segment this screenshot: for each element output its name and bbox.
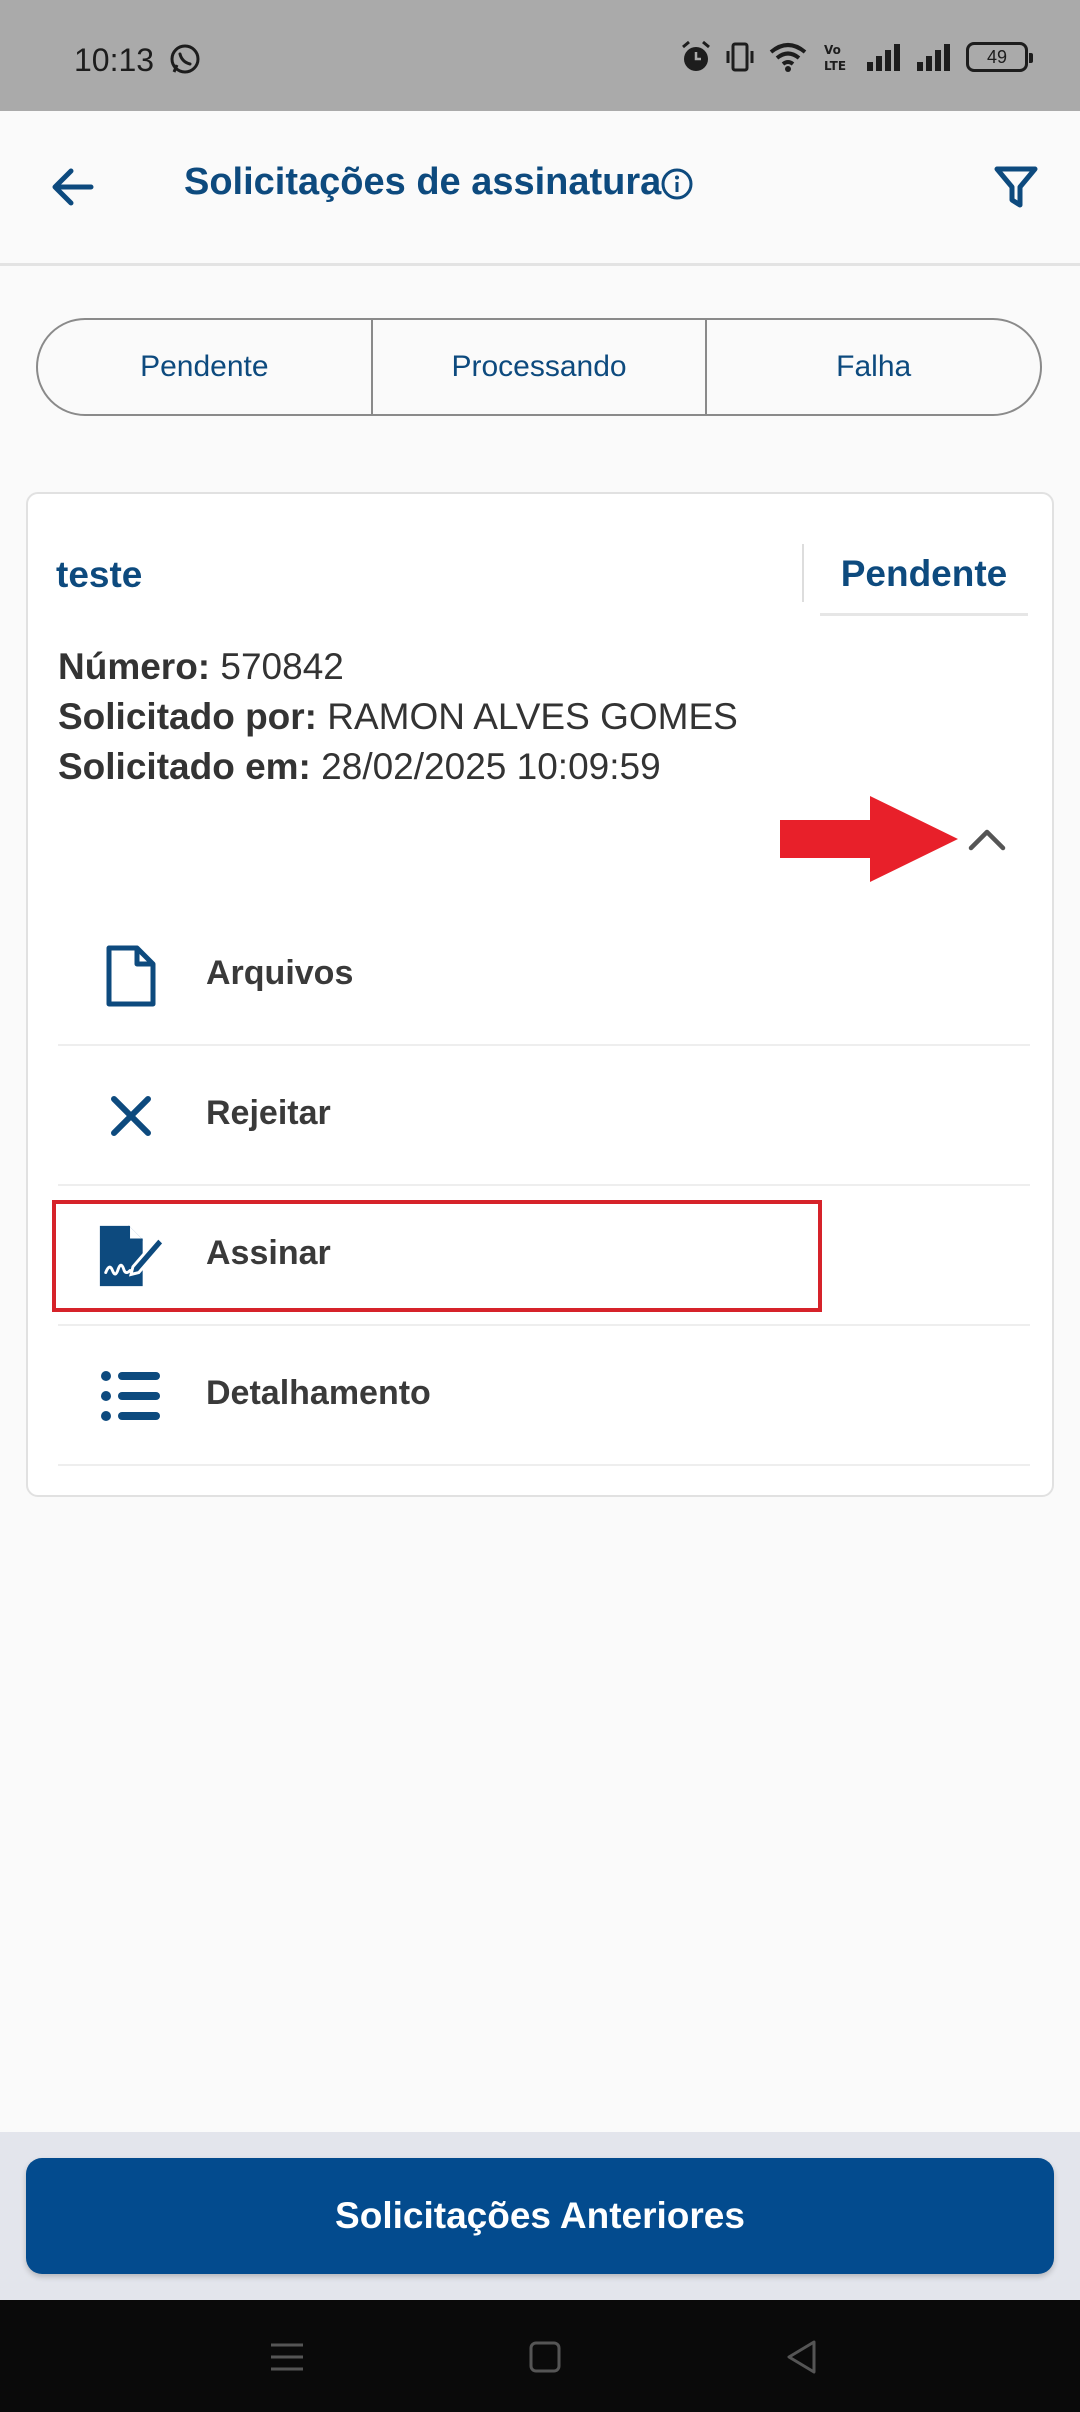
action-label: Detalhamento	[206, 1374, 431, 1412]
svg-text:LTE: LTE	[824, 59, 846, 73]
alarm-icon	[682, 40, 710, 71]
svg-text:Vo: Vo	[824, 43, 841, 57]
status-time: 10:13	[74, 42, 155, 78]
filter-icon	[994, 166, 1038, 208]
system-nav-bar	[0, 2300, 1080, 2412]
battery-icon: 49	[966, 42, 1033, 72]
home-icon	[529, 2341, 561, 2373]
arrow-left-icon	[52, 168, 94, 206]
field-label: Solicitado em:	[58, 746, 311, 787]
request-number: Número: 570842	[58, 646, 344, 688]
page-title: Solicitações de assinatura	[184, 161, 662, 203]
action-rejeitar[interactable]: Rejeitar	[58, 1046, 1030, 1186]
status-badge: Pendente	[820, 534, 1028, 616]
signal-icon	[867, 44, 900, 71]
request-card: teste Pendente Número: 570842 Solicitado…	[26, 492, 1054, 1497]
app-bar: Solicitações de assinatura	[0, 111, 1080, 266]
requested-by: Solicitado por: RAMON ALVES GOMES	[58, 696, 738, 738]
whatsapp-icon	[170, 44, 200, 74]
wifi-icon	[769, 43, 807, 72]
divider	[802, 544, 804, 602]
vibrate-icon	[726, 42, 754, 72]
signal-icon	[917, 44, 950, 71]
tab-processando[interactable]: Processando	[370, 320, 706, 414]
request-title: teste	[56, 554, 143, 595]
battery-level: 49	[986, 46, 1008, 67]
file-icon	[96, 941, 166, 1011]
tab-pendente[interactable]: Pendente	[38, 320, 371, 414]
field-value: 28/02/2025 10:09:59	[321, 746, 661, 787]
action-label: Rejeitar	[206, 1094, 331, 1132]
status-tabs: Pendente Processando Falha	[36, 318, 1042, 416]
back-button[interactable]	[40, 155, 104, 219]
chevron-up-icon	[968, 829, 1006, 851]
filter-button[interactable]	[986, 157, 1046, 217]
tab-falha[interactable]: Falha	[705, 320, 1040, 414]
annotation-highlight-box	[52, 1200, 822, 1312]
previous-requests-button[interactable]: Solicitações Anteriores	[26, 2158, 1054, 2274]
menu-nav-button[interactable]	[262, 2332, 312, 2382]
home-nav-button[interactable]	[520, 2332, 570, 2382]
volte-icon: Vo LTE	[824, 43, 846, 73]
requested-at: Solicitado em: 28/02/2025 10:09:59	[58, 746, 661, 788]
field-value: RAMON ALVES GOMES	[327, 696, 738, 737]
info-icon[interactable]	[660, 167, 694, 201]
field-label: Solicitado por:	[58, 696, 317, 737]
action-detalhamento[interactable]: Detalhamento	[58, 1326, 1030, 1466]
status-bar: 10:13 Vo LTE 49	[0, 0, 1080, 111]
action-label: Arquivos	[206, 954, 354, 992]
close-icon	[96, 1081, 166, 1151]
action-arquivos[interactable]: Arquivos	[58, 906, 1030, 1046]
bottom-bar: Solicitações Anteriores	[0, 2132, 1080, 2300]
status-icons: Vo LTE 49	[680, 40, 1033, 74]
annotation-arrow-icon	[780, 796, 958, 882]
back-nav-button[interactable]	[776, 2332, 826, 2382]
back-triangle-icon	[787, 2340, 816, 2374]
list-icon	[96, 1361, 166, 1431]
field-label: Número:	[58, 646, 211, 687]
menu-icon	[271, 2343, 303, 2371]
collapse-button[interactable]	[960, 812, 1014, 866]
field-value: 570842	[220, 646, 344, 687]
